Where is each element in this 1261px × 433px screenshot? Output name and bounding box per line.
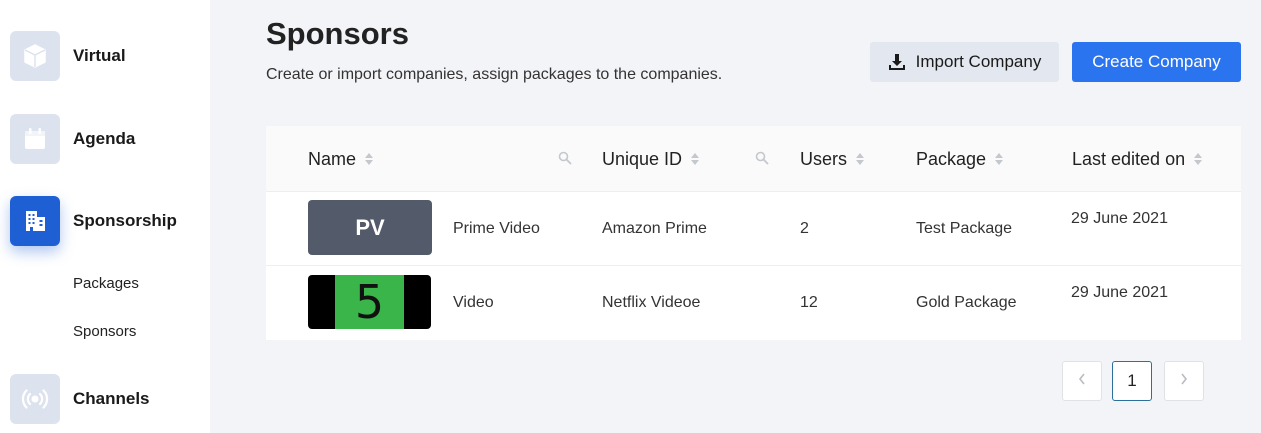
company-name: Video (453, 294, 494, 311)
page-title: Sponsors (266, 16, 409, 51)
unique-id: Netflix Videoe (602, 294, 701, 311)
column-label: Name (308, 148, 357, 169)
broadcast-icon (10, 374, 60, 424)
column-label: Unique ID (602, 148, 683, 169)
sidebar-subitem-sponsors[interactable]: Sponsors (73, 323, 136, 340)
create-company-button[interactable]: Create Company (1072, 42, 1241, 82)
package-name: Gold Package (916, 294, 1017, 311)
sidebar: Virtual Agenda Sponsorship Packages Spon… (0, 0, 210, 433)
column-header-name[interactable]: Name (308, 126, 374, 192)
search-icon[interactable] (558, 151, 572, 170)
page-subtitle: Create or import companies, assign packa… (266, 66, 723, 83)
import-company-label: Import Company (915, 52, 1042, 71)
sort-icon[interactable] (856, 153, 865, 165)
table-row[interactable]: 5 Video Netflix Videoe 12 Gold Package 2… (266, 266, 1241, 340)
table-header: Name Unique ID Users Package Last edited… (266, 126, 1241, 192)
cube-icon (10, 31, 60, 81)
next-page-button[interactable] (1164, 361, 1204, 401)
company-logo: 5 (308, 275, 431, 329)
sort-icon[interactable] (691, 153, 700, 165)
sponsors-table: Name Unique ID Users Package Last edited… (266, 126, 1241, 340)
unique-id: Amazon Prime (602, 220, 707, 237)
calendar-icon (10, 114, 60, 164)
import-company-button[interactable]: Import Company (870, 42, 1059, 82)
sidebar-item-label: Sponsorship (73, 211, 177, 230)
last-edited: 29 June 2021 (1071, 210, 1168, 227)
download-icon (888, 53, 906, 71)
chevron-right-icon (1179, 371, 1189, 391)
sidebar-item-channels[interactable]: Channels (10, 374, 150, 424)
users-count: 12 (800, 294, 818, 311)
column-label: Users (800, 148, 848, 169)
company-logo: PV (308, 200, 432, 255)
column-label: Package (916, 148, 987, 169)
sidebar-item-label: Virtual (73, 46, 126, 65)
last-edited: 29 June 2021 (1071, 284, 1168, 301)
chevron-left-icon (1077, 371, 1087, 391)
logo-text: 5 (354, 275, 385, 329)
sidebar-item-sponsorship[interactable]: Sponsorship (10, 196, 177, 246)
column-header-package[interactable]: Package (916, 126, 1004, 192)
sidebar-subitem-packages[interactable]: Packages (73, 275, 139, 292)
company-name: Prime Video (453, 220, 540, 237)
logo-text: PV (355, 214, 385, 240)
users-count: 2 (800, 220, 809, 237)
building-icon (10, 196, 60, 246)
sort-icon[interactable] (365, 153, 374, 165)
column-header-users[interactable]: Users (800, 126, 865, 192)
table-row[interactable]: PV Prime Video Amazon Prime 2 Test Packa… (266, 192, 1241, 266)
column-label: Last edited on (1072, 148, 1186, 169)
prev-page-button[interactable] (1062, 361, 1102, 401)
sort-icon[interactable] (1194, 153, 1203, 165)
column-header-last-edited[interactable]: Last edited on (1072, 126, 1203, 192)
search-icon[interactable] (755, 151, 769, 170)
package-name: Test Package (916, 220, 1013, 237)
sidebar-item-label: Channels (73, 389, 150, 408)
sidebar-item-virtual[interactable]: Virtual (10, 31, 126, 81)
column-header-unique-id[interactable]: Unique ID (602, 126, 700, 192)
page-button-current[interactable]: 1 (1112, 361, 1152, 401)
sidebar-item-agenda[interactable]: Agenda (10, 114, 135, 164)
sidebar-item-label: Agenda (73, 129, 136, 148)
sort-icon[interactable] (995, 153, 1004, 165)
